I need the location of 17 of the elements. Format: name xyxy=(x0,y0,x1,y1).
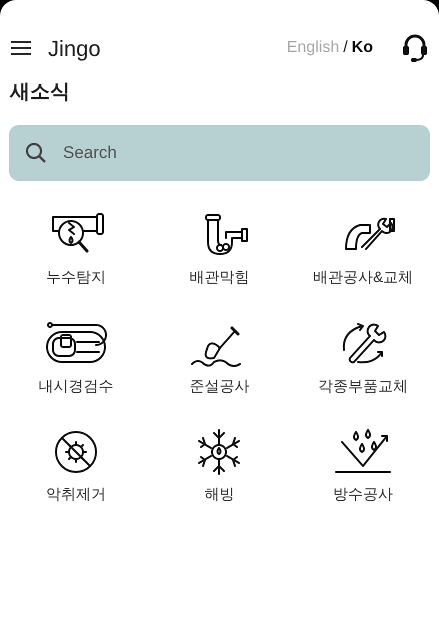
service-label[interactable]: 배관공사&교체 xyxy=(313,267,414,290)
service-label[interactable]: 준설공사 xyxy=(189,376,250,398)
separator: / xyxy=(343,38,348,58)
service-label[interactable]: 누수탐지 xyxy=(46,267,106,290)
section-title: 새소식 xyxy=(10,80,70,105)
service-label[interactable]: 내시경검수 xyxy=(38,376,114,398)
service-label[interactable]: 방수공사 xyxy=(333,484,394,506)
language-link[interactable]: Ko xyxy=(352,36,373,60)
service-label[interactable]: 각종부품교체 xyxy=(318,376,408,398)
search-icon xyxy=(25,142,47,164)
headset-icon[interactable] xyxy=(401,33,429,63)
service-label[interactable]: 악취제거 xyxy=(46,484,106,506)
app-title: Jingo xyxy=(48,34,101,63)
service-label[interactable]: 해빙 xyxy=(204,484,234,506)
search-field[interactable]: Search xyxy=(9,125,430,181)
service-label[interactable]: 배관막힘 xyxy=(189,267,250,290)
menu-icon[interactable] xyxy=(10,40,32,56)
